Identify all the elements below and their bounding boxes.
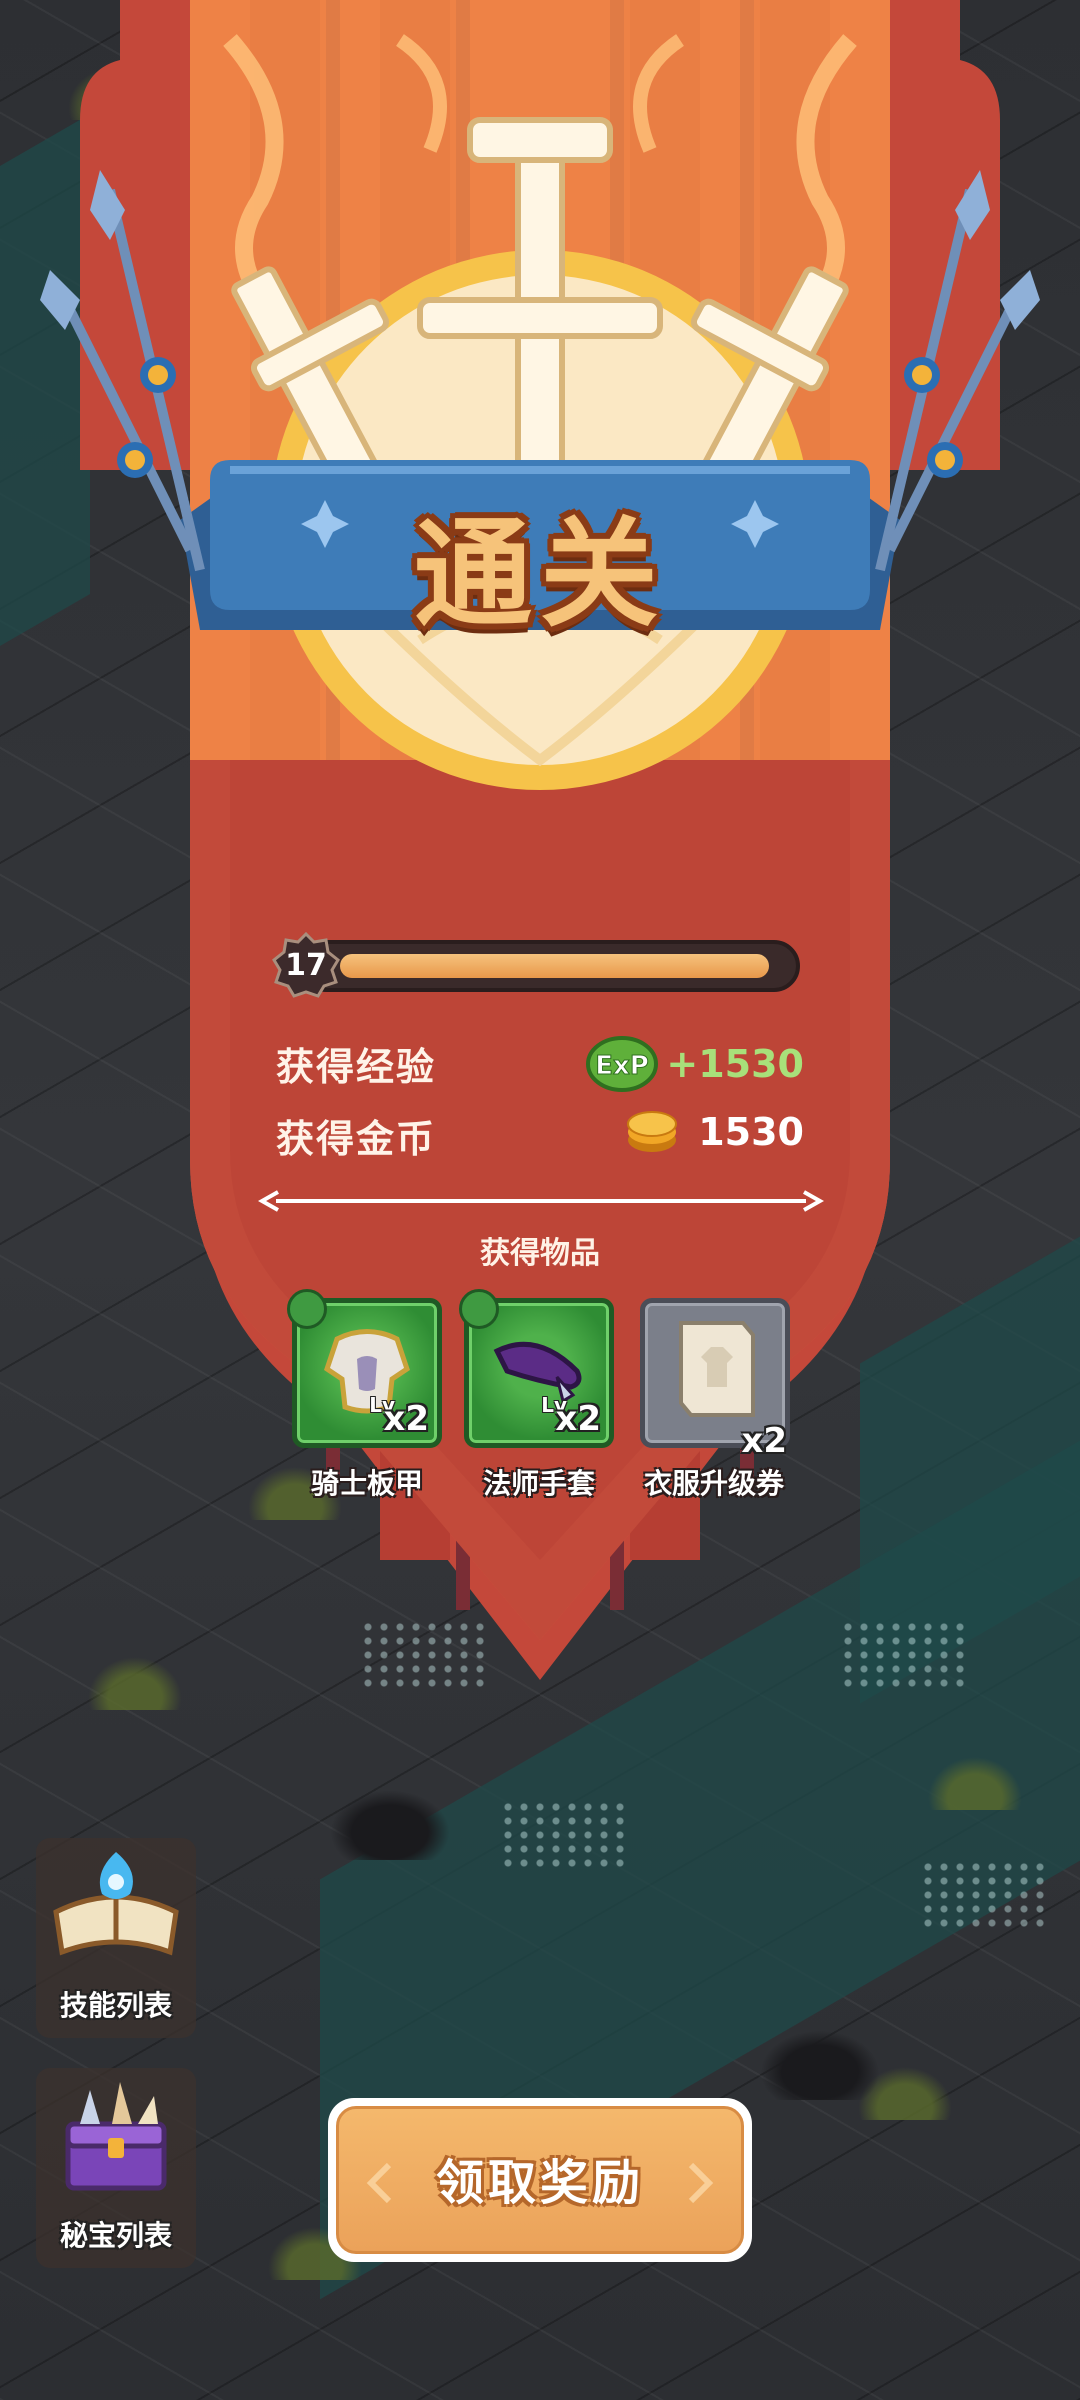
claim-reward-label: 领取奖励 — [435, 2155, 644, 2211]
skills-list-label: 技能列表 — [59, 1989, 172, 2022]
gold-value: 1530 — [698, 1110, 804, 1154]
item-count: x2 — [555, 1399, 601, 1439]
exp-value: +1530 — [666, 1042, 804, 1086]
chevron-right-ornament-icon — [688, 2162, 714, 2204]
exp-badge-icon: ExP — [586, 1036, 659, 1092]
item-name: 衣服升级券 — [643, 1467, 784, 1500]
gold-reward: 1530 — [624, 1104, 804, 1160]
spellbook-icon — [53, 1852, 179, 1956]
claim-reward-button[interactable]: 领取奖励 — [328, 2098, 752, 2262]
clothing-upgrade-ticket-icon — [679, 1321, 755, 1417]
skills-list-button[interactable]: 技能列表 — [36, 1838, 196, 2038]
rock-decoration — [330, 1790, 450, 1860]
stage-clear-title: 通关 — [413, 505, 666, 643]
item-count: x2 — [383, 1399, 429, 1439]
rock-decoration — [760, 2030, 880, 2100]
item-slot-clothing-upgrade-ticket[interactable]: x2 — [640, 1298, 790, 1461]
treasure-list-label: 秘宝列表 — [59, 2219, 172, 2252]
flower-patch-decoration — [920, 1860, 1050, 1930]
item-slot-knight-armor[interactable]: Lv x2 — [287, 1289, 442, 1448]
flower-patch-decoration — [500, 1800, 630, 1870]
section-divider — [258, 1190, 824, 1212]
gold-label: 获得金币 — [276, 1117, 437, 1161]
item-slot-mage-glove[interactable]: Lv x2 — [459, 1289, 614, 1448]
level-number: 17 — [285, 948, 327, 983]
item-count: x2 — [741, 1421, 787, 1461]
level-progress-bar — [300, 940, 800, 992]
treasure-list-button[interactable]: 秘宝列表 — [36, 2068, 196, 2268]
gold-coin-icon — [627, 1111, 678, 1152]
grass-decoration — [920, 1750, 1030, 1810]
items-section-title: 获得物品 — [480, 1236, 600, 1271]
level-progress-fill — [340, 954, 769, 978]
treasure-chest-icon — [65, 2082, 167, 2191]
exp-reward: ExP +1530 — [586, 1036, 804, 1092]
claim-button-face: 领取奖励 — [336, 2106, 744, 2254]
svg-text:ExP: ExP — [596, 1051, 650, 1081]
exp-label: 获得经验 — [276, 1045, 437, 1089]
